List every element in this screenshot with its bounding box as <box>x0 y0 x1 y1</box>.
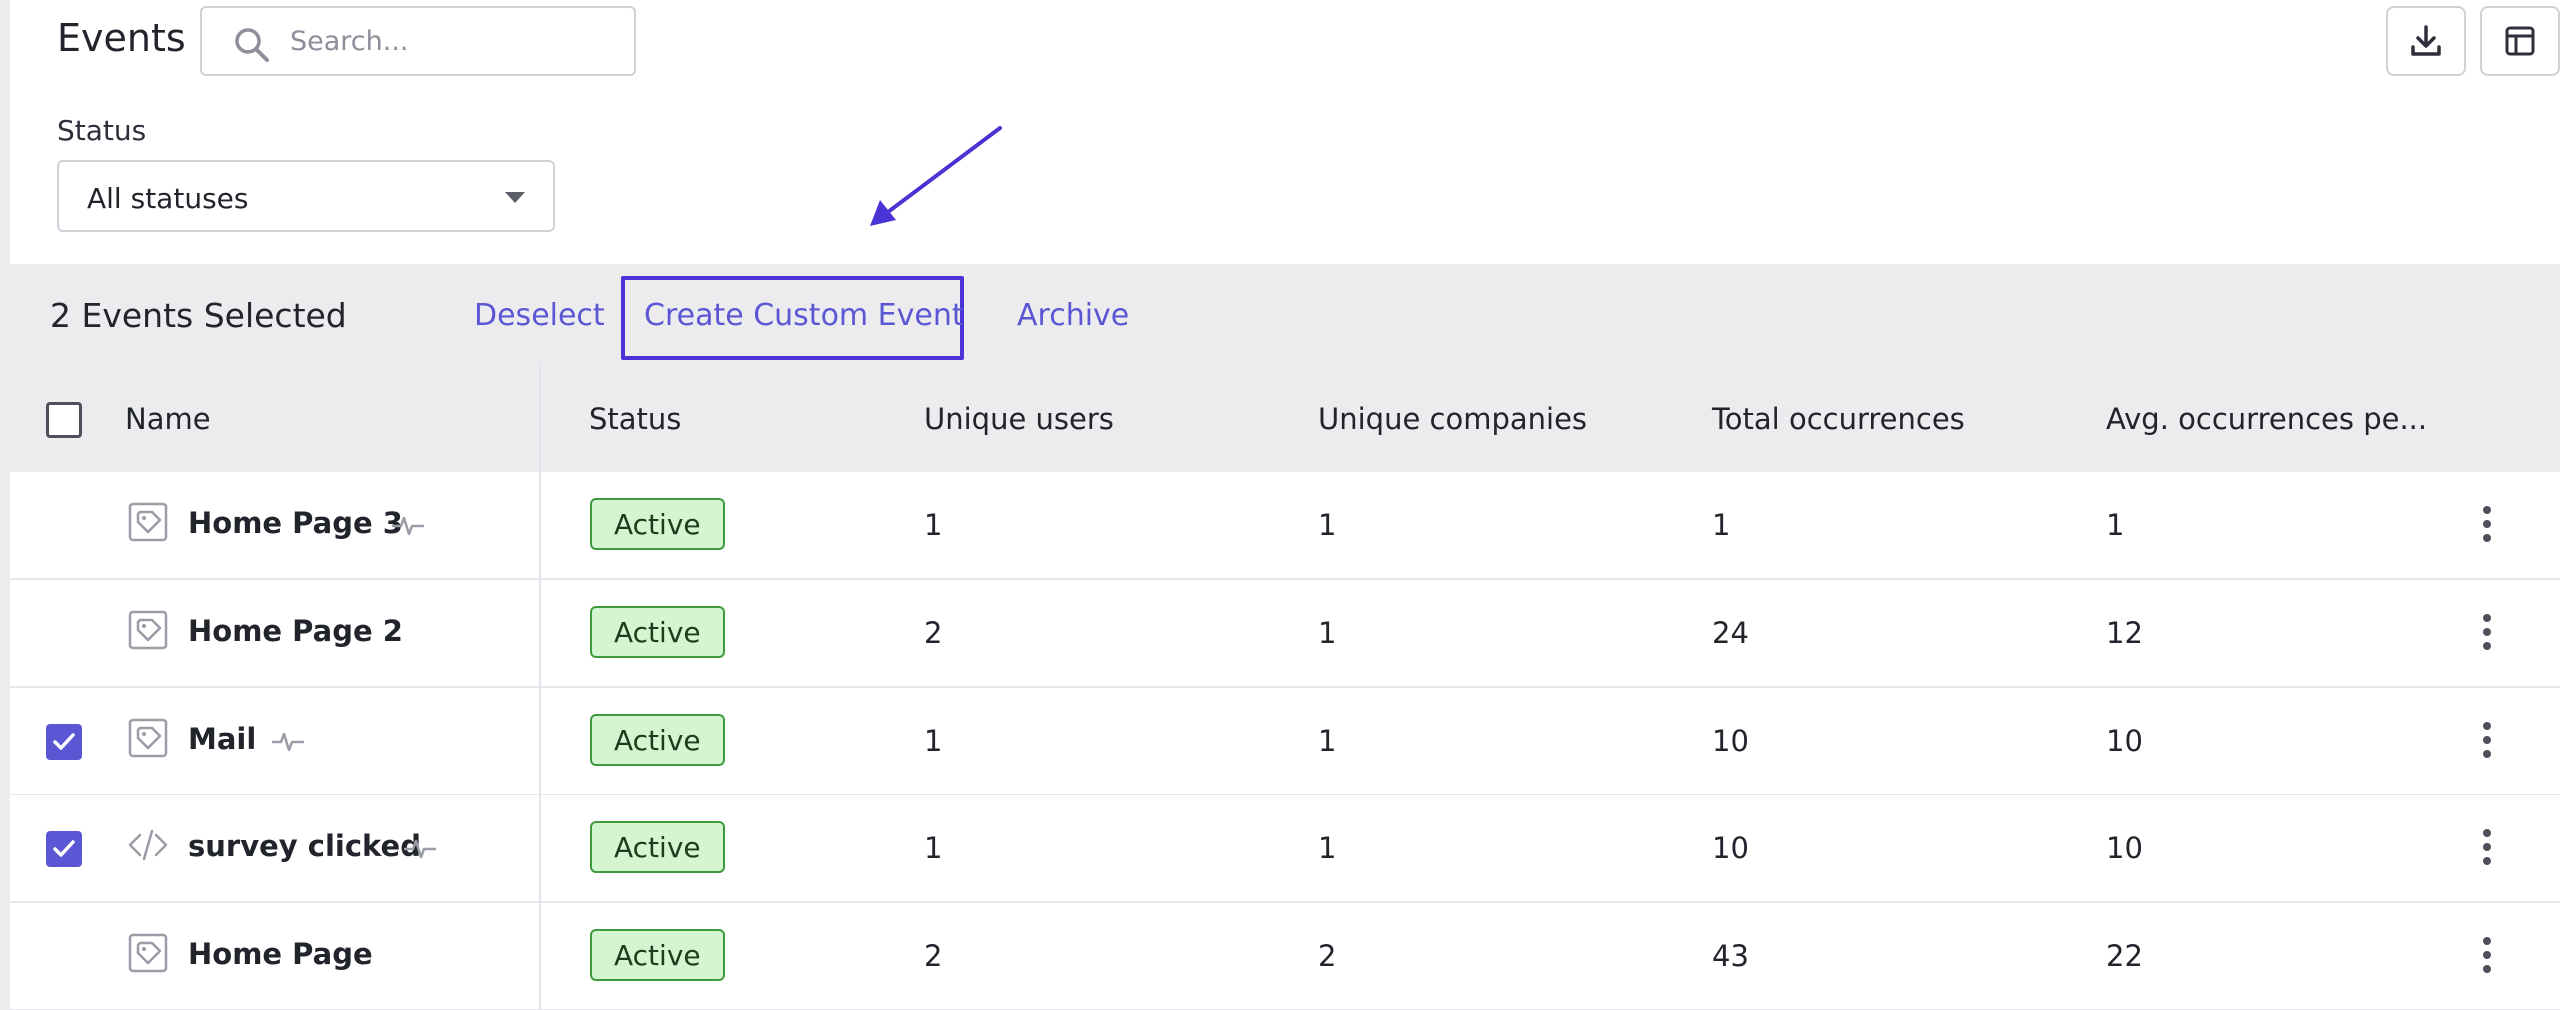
total-occurrences-value: 43 <box>1712 939 1749 973</box>
status-select[interactable]: All statuses <box>57 160 555 232</box>
table-header: Name Status Unique users Unique companie… <box>10 370 2560 472</box>
column-header-name[interactable]: Name <box>125 402 211 436</box>
column-header-avg-occurrences[interactable]: Avg. occurrences pe... <box>2106 402 2427 436</box>
status-select-value: All statuses <box>87 182 249 215</box>
download-icon <box>2411 25 2441 56</box>
select-all-checkbox[interactable] <box>46 402 82 438</box>
selected-count: 2 Events Selected <box>50 296 347 335</box>
total-occurrences-value: 10 <box>1712 724 1749 758</box>
avg-occurrences-value: 10 <box>2106 831 2143 865</box>
left-edge-strip <box>0 0 10 1010</box>
table-row[interactable]: Home Page 2 Active 2 1 24 12 <box>10 580 2560 688</box>
unique-users-value: 2 <box>924 939 943 973</box>
tag-icon <box>126 500 170 544</box>
unique-users-value: 1 <box>924 508 943 542</box>
activity-pulse-icon <box>403 837 437 861</box>
unique-companies-value: 1 <box>1318 508 1337 542</box>
table-row[interactable]: Mail Active 1 1 10 10 <box>10 688 2560 796</box>
event-name[interactable]: survey clicked <box>188 829 421 863</box>
event-name[interactable]: Home Page 3 <box>188 506 403 540</box>
avg-occurrences-value: 10 <box>2106 724 2143 758</box>
table-row[interactable]: survey clicked Active 1 1 10 10 <box>10 795 2560 903</box>
table-row[interactable]: Home Page 3 Active 1 1 1 1 <box>10 472 2560 580</box>
page-title: Events <box>57 16 186 60</box>
caret-down-icon <box>505 192 525 203</box>
column-divider <box>539 362 541 1010</box>
more-options-icon[interactable] <box>2480 614 2494 654</box>
columns-button[interactable] <box>2480 6 2560 76</box>
status-badge: Active <box>590 498 725 550</box>
tag-icon <box>126 608 170 652</box>
tag-icon <box>126 931 170 975</box>
more-options-icon[interactable] <box>2480 829 2494 869</box>
status-badge: Active <box>590 714 725 766</box>
total-occurrences-value: 24 <box>1712 616 1749 650</box>
unique-users-value: 1 <box>924 831 943 865</box>
column-header-unique-users[interactable]: Unique users <box>924 402 1114 436</box>
annotation-arrow <box>870 126 1002 226</box>
create-custom-event-button[interactable]: Create Custom Event <box>644 298 964 333</box>
more-options-icon[interactable] <box>2480 937 2494 977</box>
unique-companies-value: 1 <box>1318 724 1337 758</box>
deselect-button[interactable]: Deselect <box>474 298 605 333</box>
avg-occurrences-value: 22 <box>2106 939 2143 973</box>
bulk-actions-bar: 2 Events Selected Deselect Create Custom… <box>10 264 2560 370</box>
search-input[interactable] <box>290 20 620 62</box>
search-icon <box>235 28 269 62</box>
status-badge: Active <box>590 929 725 981</box>
code-icon <box>126 823 170 867</box>
download-button[interactable] <box>2386 6 2466 76</box>
activity-pulse-icon <box>271 730 305 754</box>
unique-companies-value: 1 <box>1318 616 1337 650</box>
tag-icon <box>126 716 170 760</box>
status-badge: Active <box>590 821 725 873</box>
unique-users-value: 1 <box>924 724 943 758</box>
status-badge: Active <box>590 606 725 658</box>
columns-icon <box>2505 26 2535 56</box>
column-header-unique-companies[interactable]: Unique companies <box>1318 402 1587 436</box>
archive-button[interactable]: Archive <box>1017 298 1129 333</box>
unique-users-value: 2 <box>924 616 943 650</box>
unique-companies-value: 1 <box>1318 831 1337 865</box>
avg-occurrences-value: 1 <box>2106 508 2125 542</box>
column-header-total-occurrences[interactable]: Total occurrences <box>1712 402 1965 436</box>
table-row[interactable]: Home Page Active 2 2 43 22 <box>10 903 2560 1010</box>
status-filter-label: Status <box>57 114 147 147</box>
more-options-icon[interactable] <box>2480 722 2494 762</box>
row-checkbox[interactable] <box>46 724 82 760</box>
total-occurrences-value: 1 <box>1712 508 1731 542</box>
avg-occurrences-value: 12 <box>2106 616 2143 650</box>
total-occurrences-value: 10 <box>1712 831 1749 865</box>
column-header-status[interactable]: Status <box>589 402 681 436</box>
event-name[interactable]: Home Page <box>188 937 373 971</box>
more-options-icon[interactable] <box>2480 506 2494 546</box>
activity-pulse-icon <box>391 514 425 538</box>
search-box[interactable] <box>200 6 636 76</box>
event-name[interactable]: Mail <box>188 722 256 756</box>
event-name[interactable]: Home Page 2 <box>188 614 403 648</box>
unique-companies-value: 2 <box>1318 939 1337 973</box>
row-checkbox[interactable] <box>46 831 82 867</box>
